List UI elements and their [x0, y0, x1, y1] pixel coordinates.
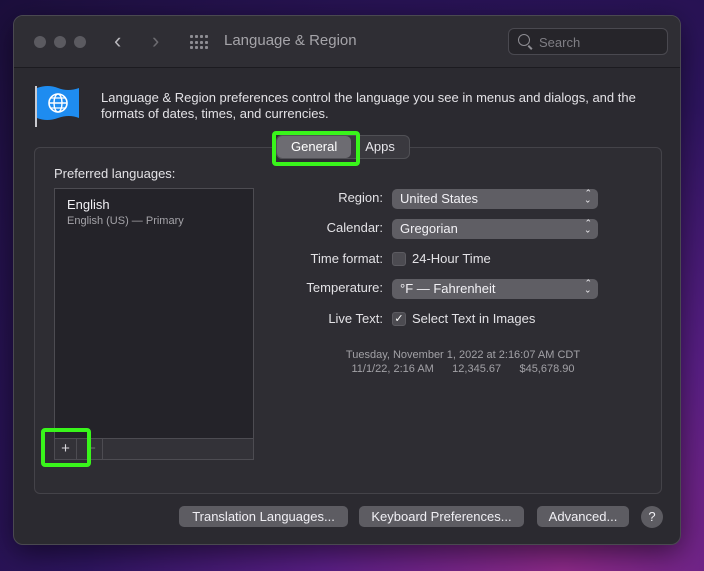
sample-short-date: 11/1/22, 2:16 AM: [351, 363, 434, 375]
sample-currency: $45,678.90: [519, 363, 575, 375]
temperature-value: °F — Fahrenheit: [400, 281, 496, 296]
add-language-button[interactable]: +: [55, 439, 77, 459]
translation-languages-button[interactable]: Translation Languages...: [179, 506, 348, 527]
language-name: English: [67, 197, 110, 212]
sample-date: Tuesday, November 1, 2022 at 2:16:07 AM …: [345, 349, 581, 361]
region-popup[interactable]: United States ⌃ ⌃: [392, 189, 598, 209]
language-list-toolbar: + −: [54, 438, 254, 460]
calendar-label: Calendar:: [326, 220, 383, 235]
live-text-label: Live Text:: [328, 311, 383, 326]
chevron-updown-icon: ⌃ ⌃: [584, 278, 592, 295]
time-format-label: Time format:: [310, 251, 383, 266]
preferred-languages-label: Preferred languages:: [54, 166, 176, 181]
chevron-updown-icon: ⌃ ⌃: [584, 218, 592, 235]
chevron-updown-icon: ⌃ ⌃: [584, 188, 592, 205]
help-button[interactable]: ?: [641, 506, 663, 528]
title-bar: ‹ › Language & Region: [14, 16, 680, 68]
minimize-window-button[interactable]: [54, 36, 66, 48]
forward-icon[interactable]: ›: [152, 30, 159, 52]
back-icon[interactable]: ‹: [114, 30, 121, 52]
live-text-option[interactable]: Select Text in Images: [412, 311, 535, 326]
grid-icon[interactable]: [190, 35, 208, 50]
tab-bar: General Apps: [276, 135, 410, 159]
keyboard-preferences-button[interactable]: Keyboard Preferences...: [359, 506, 524, 527]
list-item[interactable]: English English (US) — Primary: [67, 197, 184, 227]
window-title: Language & Region: [224, 32, 357, 49]
description-text: Language & Region preferences control th…: [101, 90, 636, 121]
checkmark-icon: ✓: [394, 313, 404, 325]
tab-apps[interactable]: Apps: [351, 136, 409, 158]
zoom-window-button[interactable]: [74, 36, 86, 48]
globe-flag-icon: [35, 86, 79, 127]
language-detail: English (US) — Primary: [67, 215, 184, 227]
temperature-label: Temperature:: [306, 280, 383, 295]
advanced-button[interactable]: Advanced...: [537, 506, 629, 527]
language-list[interactable]: English English (US) — Primary: [54, 188, 254, 460]
calendar-value: Gregorian: [400, 221, 458, 236]
sample-formats: 11/1/22, 2:16 AM 12,345.67 $45,678.90: [328, 363, 598, 375]
remove-language-button[interactable]: −: [81, 439, 103, 459]
time-format-option[interactable]: 24-Hour Time: [412, 251, 491, 266]
search-icon: [518, 34, 530, 46]
calendar-popup[interactable]: Gregorian ⌃ ⌃: [392, 219, 598, 239]
sample-number: 12,345.67: [452, 363, 502, 375]
search-input[interactable]: [539, 33, 659, 51]
preferences-window: ‹ › Language & Region Language & Region …: [13, 15, 681, 545]
tab-general[interactable]: General: [277, 136, 352, 158]
temperature-popup[interactable]: °F — Fahrenheit ⌃ ⌃: [392, 279, 598, 299]
search-field[interactable]: [508, 28, 668, 55]
region-label: Region:: [338, 190, 383, 205]
close-window-button[interactable]: [34, 36, 46, 48]
time-format-checkbox[interactable]: [392, 252, 406, 266]
region-value: United States: [400, 191, 479, 206]
live-text-checkbox[interactable]: ✓: [392, 312, 406, 326]
